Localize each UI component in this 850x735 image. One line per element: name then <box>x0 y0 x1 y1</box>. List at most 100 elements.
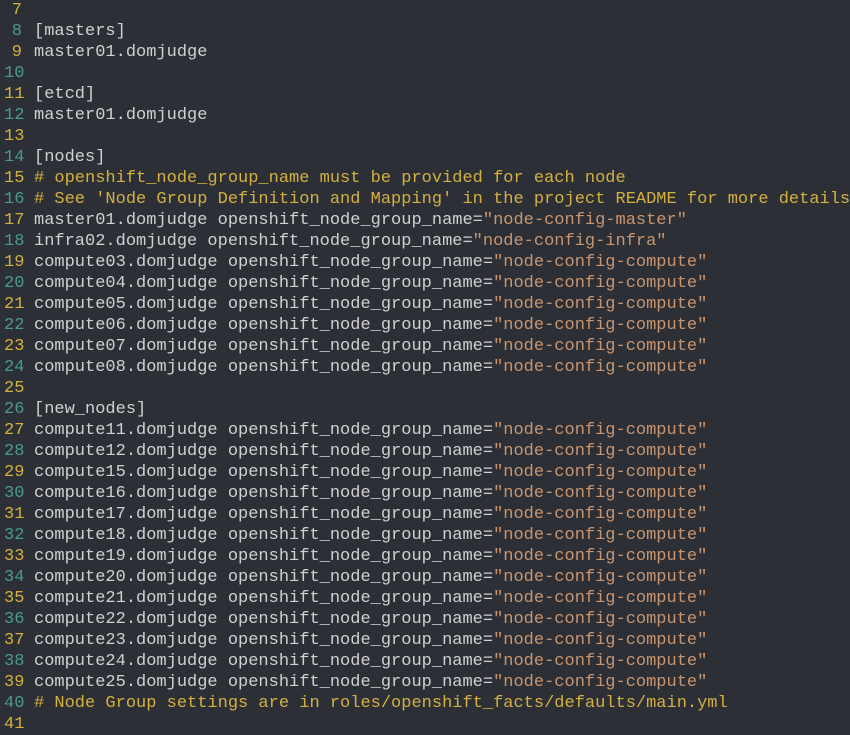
line-number: 10 <box>4 63 22 84</box>
code-line[interactable]: compute20.domjudge openshift_node_group_… <box>34 567 850 588</box>
code-token: "node-config-compute" <box>493 463 707 482</box>
code-token: compute15.domjudge openshift_node_group_… <box>34 463 493 482</box>
code-line[interactable]: [masters] <box>34 21 850 42</box>
line-number: 19 <box>4 252 22 273</box>
code-token: compute11.domjudge openshift_node_group_… <box>34 421 493 440</box>
line-number: 36 <box>4 609 22 630</box>
code-token: compute21.domjudge openshift_node_group_… <box>34 589 493 608</box>
code-token: [masters] <box>34 22 126 41</box>
line-number: 16 <box>4 189 22 210</box>
code-line[interactable]: compute18.domjudge openshift_node_group_… <box>34 525 850 546</box>
line-number: 17 <box>4 210 22 231</box>
line-number: 22 <box>4 315 22 336</box>
line-number: 21 <box>4 294 22 315</box>
code-token: master01.domjudge <box>34 106 207 125</box>
line-number: 8 <box>4 21 22 42</box>
code-line[interactable]: infra02.domjudge openshift_node_group_na… <box>34 231 850 252</box>
code-line[interactable]: compute08.domjudge openshift_node_group_… <box>34 357 850 378</box>
code-token: "node-config-compute" <box>493 631 707 650</box>
line-number: 24 <box>4 357 22 378</box>
code-token: compute03.domjudge openshift_node_group_… <box>34 253 493 272</box>
line-number: 28 <box>4 441 22 462</box>
code-token: [new_nodes] <box>34 400 146 419</box>
code-line[interactable]: compute23.domjudge openshift_node_group_… <box>34 630 850 651</box>
code-line[interactable]: # See 'Node Group Definition and Mapping… <box>34 189 850 210</box>
code-line[interactable]: compute22.domjudge openshift_node_group_… <box>34 609 850 630</box>
code-token: "node-config-compute" <box>493 253 707 272</box>
code-token: compute06.domjudge openshift_node_group_… <box>34 316 493 335</box>
code-line[interactable]: compute17.domjudge openshift_node_group_… <box>34 504 850 525</box>
code-token: "node-config-compute" <box>493 610 707 629</box>
code-token: "node-config-compute" <box>493 505 707 524</box>
code-token: compute12.domjudge openshift_node_group_… <box>34 442 493 461</box>
line-number: 39 <box>4 672 22 693</box>
code-token: compute19.domjudge openshift_node_group_… <box>34 547 493 566</box>
code-line[interactable]: master01.domjudge openshift_node_group_n… <box>34 210 850 231</box>
code-line[interactable]: compute06.domjudge openshift_node_group_… <box>34 315 850 336</box>
code-token: "node-config-compute" <box>493 673 707 692</box>
code-line[interactable]: compute24.domjudge openshift_node_group_… <box>34 651 850 672</box>
code-line[interactable]: compute21.domjudge openshift_node_group_… <box>34 588 850 609</box>
line-number: 33 <box>4 546 22 567</box>
code-token: "node-config-compute" <box>493 652 707 671</box>
code-token: "node-config-master" <box>483 211 687 230</box>
code-token: "node-config-compute" <box>493 295 707 314</box>
line-number: 40 <box>4 693 22 714</box>
code-token: compute18.domjudge openshift_node_group_… <box>34 526 493 545</box>
code-token: "node-config-compute" <box>493 274 707 293</box>
code-line[interactable] <box>34 378 850 399</box>
code-token: compute08.domjudge openshift_node_group_… <box>34 358 493 377</box>
line-number: 18 <box>4 231 22 252</box>
line-number: 12 <box>4 105 22 126</box>
line-number: 25 <box>4 378 22 399</box>
code-line[interactable]: compute07.domjudge openshift_node_group_… <box>34 336 850 357</box>
code-content[interactable]: [masters]master01.domjudge [etcd]master0… <box>30 0 850 735</box>
code-token: "node-config-compute" <box>493 442 707 461</box>
code-token: "node-config-compute" <box>493 358 707 377</box>
code-line[interactable] <box>34 126 850 147</box>
code-line[interactable]: # openshift_node_group_name must be prov… <box>34 168 850 189</box>
code-token: compute07.domjudge openshift_node_group_… <box>34 337 493 356</box>
line-number: 9 <box>4 42 22 63</box>
code-line[interactable]: compute03.domjudge openshift_node_group_… <box>34 252 850 273</box>
code-line[interactable]: compute05.domjudge openshift_node_group_… <box>34 294 850 315</box>
line-number: 20 <box>4 273 22 294</box>
code-token: "node-config-compute" <box>493 547 707 566</box>
line-number-gutter: 7891011121314151617181920212223242526272… <box>0 0 30 735</box>
code-line[interactable] <box>34 63 850 84</box>
code-line[interactable]: # Node Group settings are in roles/opens… <box>34 693 850 714</box>
code-token: "node-config-infra" <box>473 232 667 251</box>
code-token: [nodes] <box>34 148 105 167</box>
code-line[interactable]: compute15.domjudge openshift_node_group_… <box>34 462 850 483</box>
code-token: compute23.domjudge openshift_node_group_… <box>34 631 493 650</box>
code-line[interactable] <box>34 0 850 21</box>
code-token: "node-config-compute" <box>493 589 707 608</box>
line-number: 23 <box>4 336 22 357</box>
code-line[interactable]: master01.domjudge <box>34 105 850 126</box>
code-line[interactable]: compute11.domjudge openshift_node_group_… <box>34 420 850 441</box>
code-token: # openshift_node_group_name must be prov… <box>34 169 626 188</box>
code-line[interactable]: master01.domjudge <box>34 42 850 63</box>
code-line[interactable]: [new_nodes] <box>34 399 850 420</box>
code-line[interactable]: compute25.domjudge openshift_node_group_… <box>34 672 850 693</box>
line-number: 34 <box>4 567 22 588</box>
line-number: 30 <box>4 483 22 504</box>
line-number: 13 <box>4 126 22 147</box>
code-line[interactable]: compute16.domjudge openshift_node_group_… <box>34 483 850 504</box>
code-token: compute22.domjudge openshift_node_group_… <box>34 610 493 629</box>
line-number: 29 <box>4 462 22 483</box>
code-line[interactable]: compute12.domjudge openshift_node_group_… <box>34 441 850 462</box>
code-line[interactable]: [etcd] <box>34 84 850 105</box>
code-line[interactable]: compute04.domjudge openshift_node_group_… <box>34 273 850 294</box>
code-editor[interactable]: 7891011121314151617181920212223242526272… <box>0 0 850 735</box>
code-token: compute17.domjudge openshift_node_group_… <box>34 505 493 524</box>
line-number: 37 <box>4 630 22 651</box>
code-token: infra02.domjudge openshift_node_group_na… <box>34 232 473 251</box>
code-line[interactable]: [nodes] <box>34 147 850 168</box>
code-token: # Node Group settings are in roles/opens… <box>34 694 728 713</box>
line-number: 26 <box>4 399 22 420</box>
code-line[interactable]: compute19.domjudge openshift_node_group_… <box>34 546 850 567</box>
code-token: compute05.domjudge openshift_node_group_… <box>34 295 493 314</box>
code-token: compute24.domjudge openshift_node_group_… <box>34 652 493 671</box>
code-token: # See 'Node Group Definition and Mapping… <box>34 190 850 209</box>
